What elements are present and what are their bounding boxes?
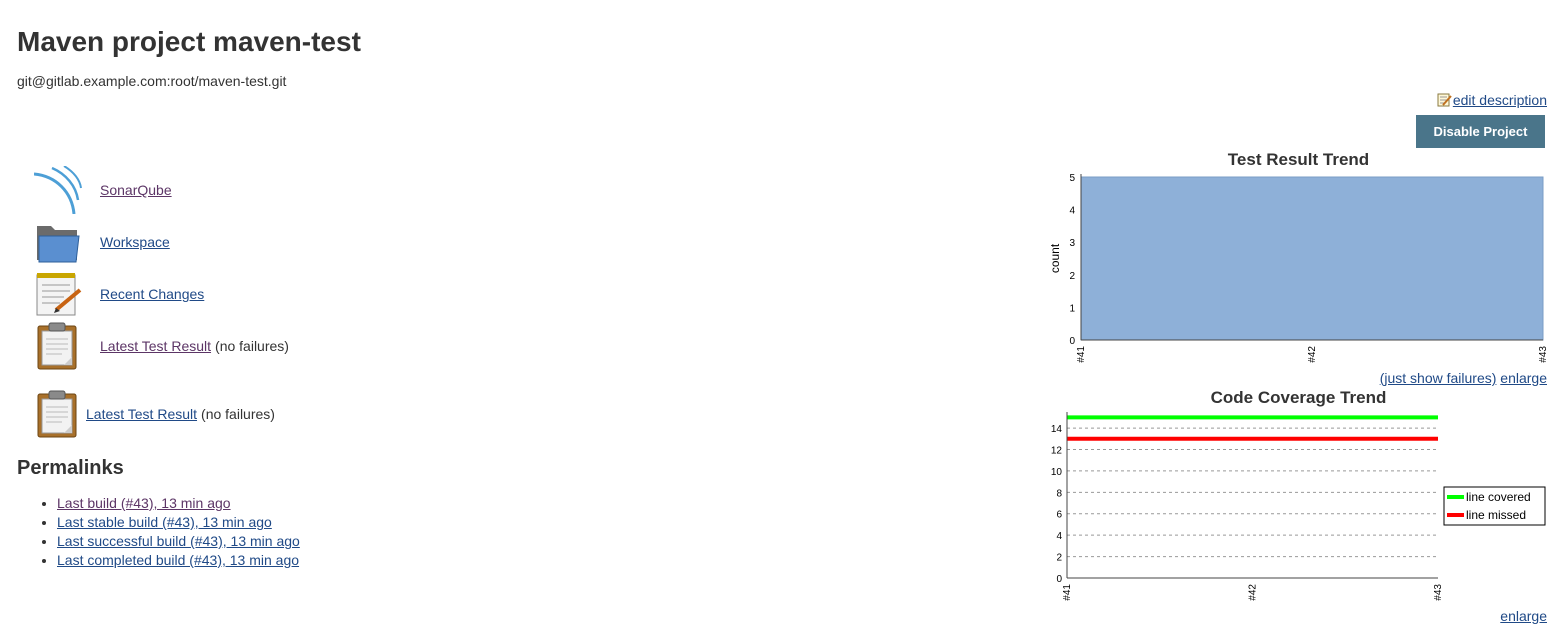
permalink-last-stable-build[interactable]: Last stable build (#43), 13 min ago bbox=[57, 514, 272, 530]
repository-url: git@gitlab.example.com:root/maven-test.g… bbox=[17, 73, 287, 89]
permalink-last-completed-build[interactable]: Last completed build (#43), 13 min ago bbox=[57, 552, 299, 568]
y-tick-label: 4 bbox=[1069, 206, 1075, 217]
coverage-enlarge-link[interactable]: enlarge bbox=[1500, 608, 1547, 624]
edit-description-link[interactable]: edit description bbox=[1437, 92, 1547, 108]
y-tick-label: 4 bbox=[1056, 531, 1062, 542]
permalink-last-build[interactable]: Last build (#43), 13 min ago bbox=[57, 495, 231, 511]
folder-icon bbox=[34, 218, 82, 266]
y-tick-label: 12 bbox=[1051, 445, 1063, 456]
code-coverage-trend-chart[interactable]: 0 2 4 6 8 10 12 14 #41 #42 #43 line covered line mis… bbox=[1040, 406, 1549, 611]
list-item: Last completed build (#43), 13 min ago bbox=[57, 551, 300, 570]
list-item: Last build (#43), 13 min ago bbox=[57, 494, 300, 513]
clipboard-icon bbox=[34, 390, 82, 438]
recent-changes-link[interactable]: Recent Changes bbox=[100, 286, 204, 302]
y-tick-label: 1 bbox=[1069, 303, 1075, 314]
summary-latest-test-result[interactable]: Latest Test Result (no failures) bbox=[34, 390, 275, 438]
y-tick-label: 0 bbox=[1069, 336, 1075, 347]
clipboard-icon bbox=[34, 322, 82, 370]
y-tick-label: 5 bbox=[1069, 173, 1075, 184]
y-tick-label: 8 bbox=[1056, 488, 1062, 499]
y-tick-label: 0 bbox=[1056, 574, 1062, 585]
permalink-last-successful-build[interactable]: Last successful build (#43), 13 min ago bbox=[57, 533, 300, 549]
y-tick-label: 6 bbox=[1056, 510, 1062, 521]
coverage-trend-title: Code Coverage Trend bbox=[1210, 388, 1387, 407]
test-trend-title: Test Result Trend bbox=[1227, 150, 1370, 169]
page-title: Maven project maven-test bbox=[17, 26, 361, 57]
list-item: Last successful build (#43), 13 min ago bbox=[57, 532, 300, 551]
task-recent-changes[interactable]: Recent Changes bbox=[34, 270, 204, 318]
y-tick-label: 14 bbox=[1051, 424, 1063, 435]
y-tick-label: 2 bbox=[1069, 271, 1075, 282]
notepad-icon bbox=[34, 270, 82, 318]
list-item: Last stable build (#43), 13 min ago bbox=[57, 513, 300, 532]
just-show-failures-link[interactable]: (just show failures) bbox=[1380, 370, 1497, 386]
latest-test-result-link[interactable]: Latest Test Result bbox=[100, 338, 211, 354]
x-tick-label: #42 bbox=[1248, 584, 1259, 601]
permalinks-heading: Permalinks bbox=[17, 457, 124, 479]
workspace-link[interactable]: Workspace bbox=[100, 234, 170, 250]
x-tick-label: #43 bbox=[1433, 584, 1444, 601]
sonarqube-icon bbox=[34, 166, 82, 214]
test-trend-enlarge-link[interactable]: enlarge bbox=[1500, 370, 1547, 386]
task-sonarqube[interactable]: SonarQube bbox=[34, 166, 172, 214]
disable-project-button[interactable]: Disable Project bbox=[1416, 115, 1545, 148]
summary-latest-test-result-note: (no failures) bbox=[201, 406, 275, 422]
y-tick-label: 10 bbox=[1051, 467, 1063, 478]
test-count-area bbox=[1080, 176, 1544, 341]
test-result-trend-chart[interactable]: 0 1 2 3 4 5 #41 #42 #43 count bbox=[1046, 168, 1549, 373]
task-workspace[interactable]: Workspace bbox=[34, 218, 170, 266]
edit-notepad-icon bbox=[1437, 93, 1452, 107]
y-tick-label: 3 bbox=[1069, 238, 1075, 249]
edit-description-text[interactable]: edit description bbox=[1453, 92, 1547, 108]
x-tick-label: #43 bbox=[1538, 346, 1547, 363]
sonarqube-link[interactable]: SonarQube bbox=[100, 182, 172, 198]
task-latest-test-result[interactable]: Latest Test Result (no failures) bbox=[34, 322, 289, 370]
x-tick-label: #41 bbox=[1062, 584, 1073, 601]
legend-label: line covered bbox=[1466, 490, 1531, 504]
latest-test-result-note: (no failures) bbox=[215, 338, 289, 354]
permalinks-list: Last build (#43), 13 min ago Last stable… bbox=[17, 494, 300, 570]
x-tick-label: #41 bbox=[1076, 346, 1087, 363]
test-result-trend-svg: 0 1 2 3 4 5 #41 #42 #43 count bbox=[1048, 173, 1549, 363]
x-tick-label: #42 bbox=[1307, 346, 1318, 363]
code-coverage-trend-svg: 0 2 4 6 8 10 12 14 #41 #42 #43 line covered line mis… bbox=[1051, 412, 1546, 601]
y-axis-label: count bbox=[1048, 243, 1062, 273]
test-trend-links: (just show failures) enlarge bbox=[1380, 370, 1547, 386]
y-tick-label: 2 bbox=[1056, 553, 1062, 564]
summary-latest-test-result-link[interactable]: Latest Test Result bbox=[86, 406, 197, 422]
legend-label: line missed bbox=[1466, 508, 1526, 522]
